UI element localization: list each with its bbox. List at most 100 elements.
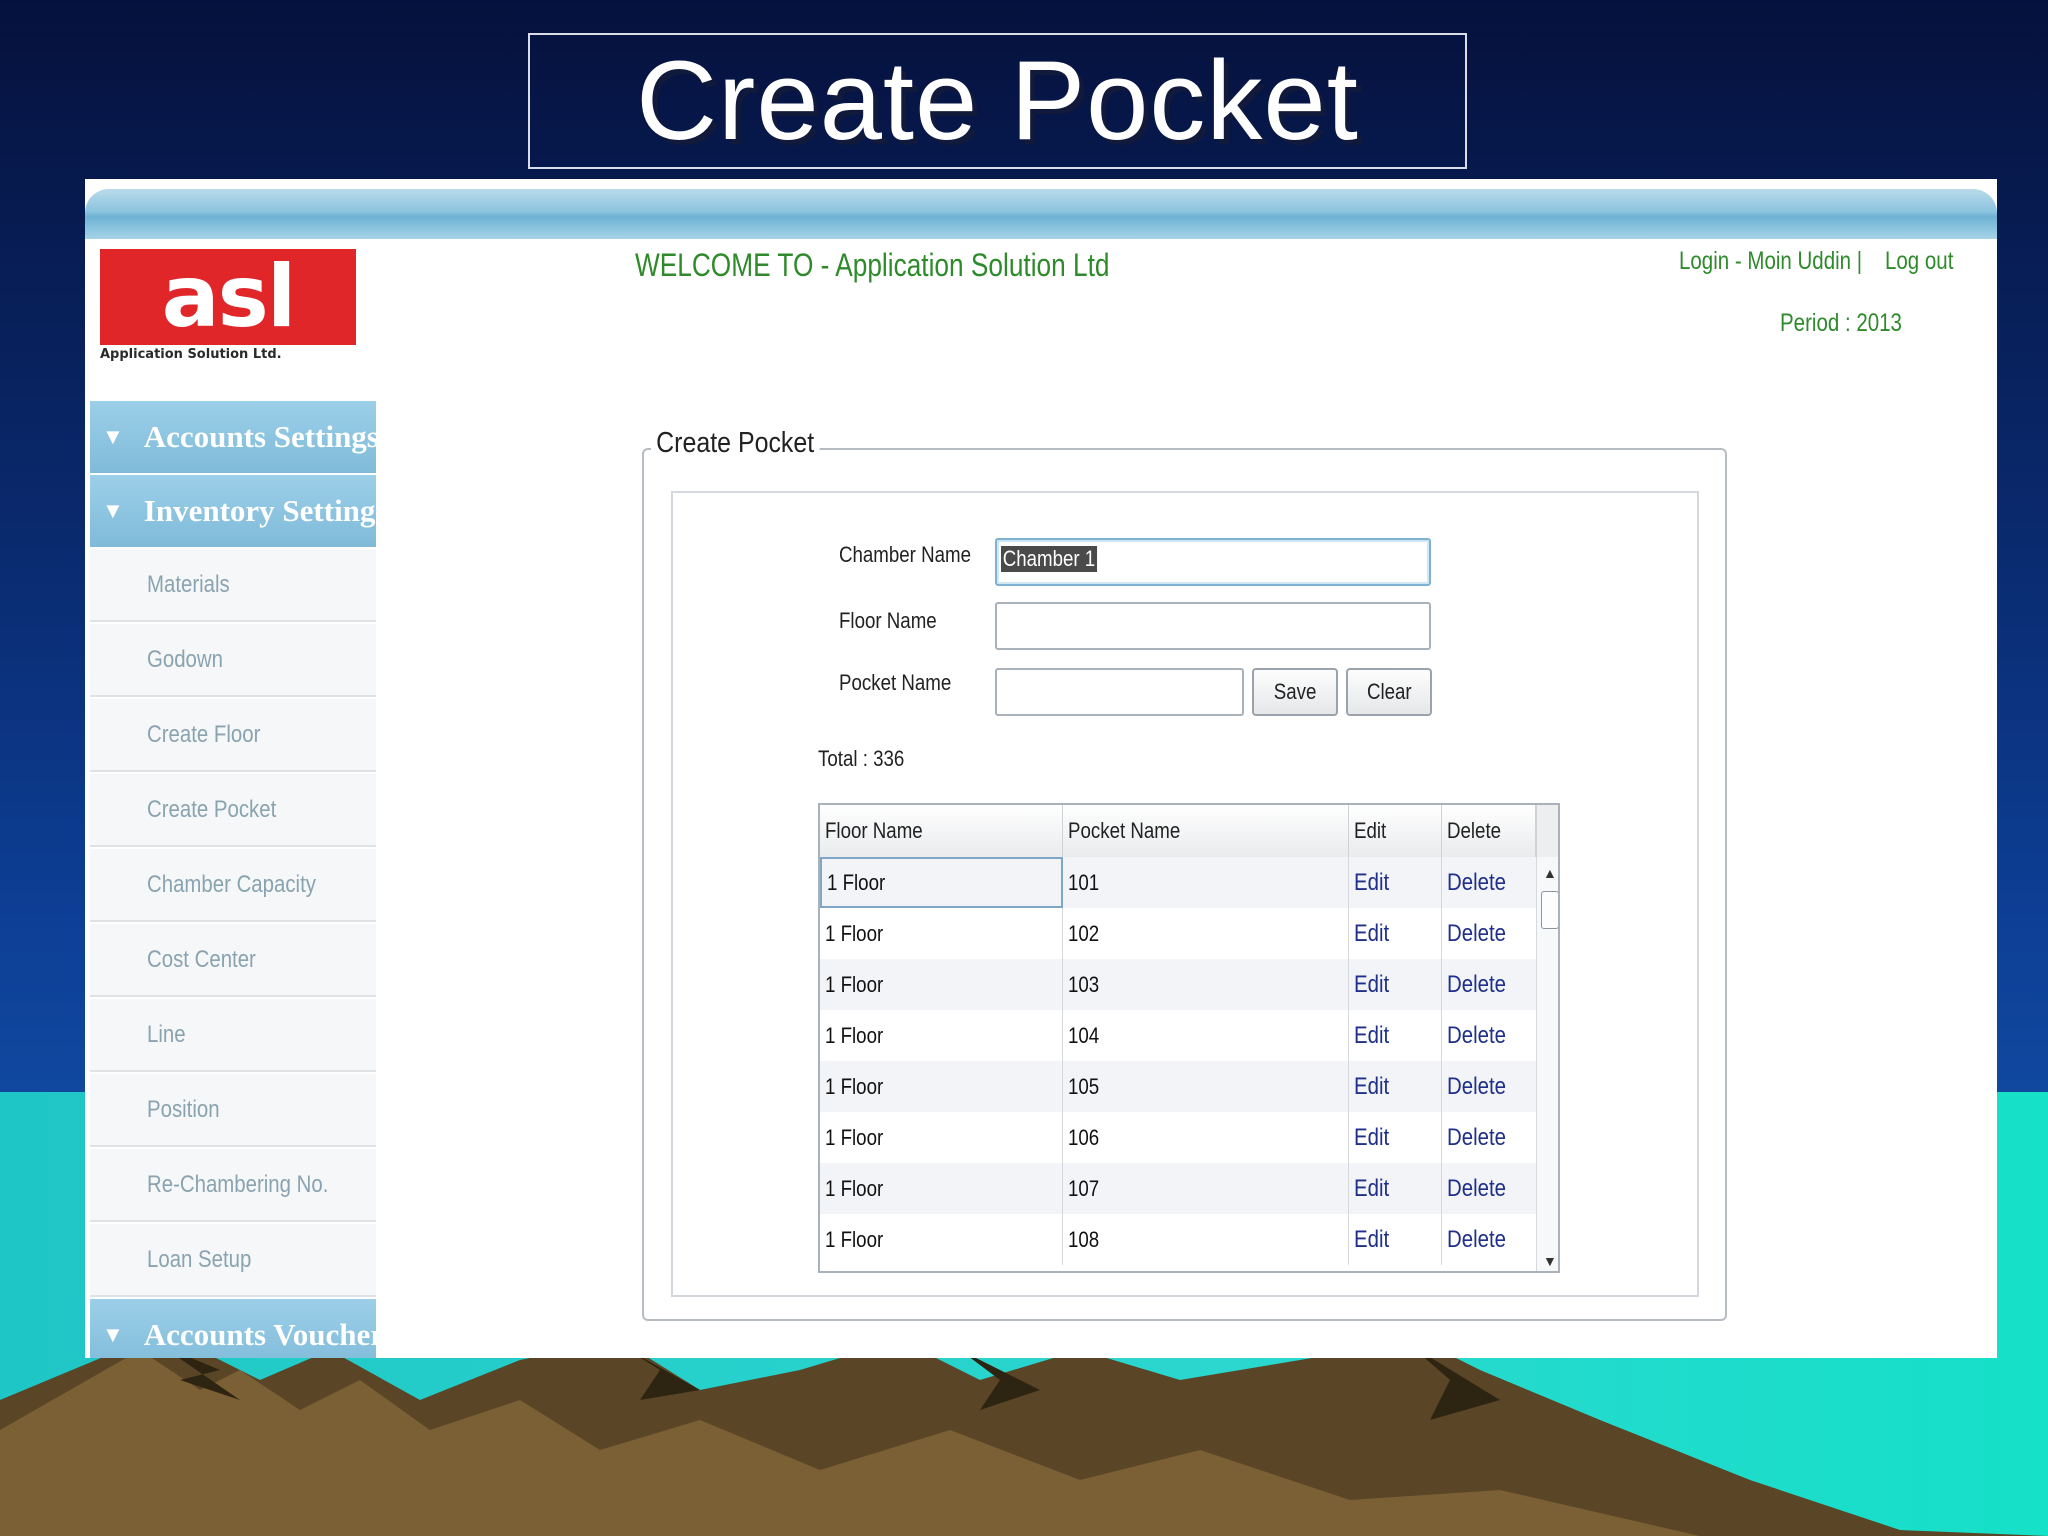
cell-text: Edit [1354, 1123, 1390, 1151]
slide-title-box: Create Pocket [528, 33, 1467, 169]
table-row[interactable]: 1 Floor 108 Edit Delete [820, 1214, 1536, 1265]
sidebar-item-label: Position [147, 1095, 220, 1123]
pocket-name-input[interactable] [995, 668, 1244, 716]
save-button[interactable]: Save [1252, 668, 1338, 716]
sidebar-item-loan-setup[interactable]: Loan Setup [90, 1224, 376, 1297]
sidebar-item-godown[interactable]: Godown [90, 624, 376, 697]
cell-text: Delete [1447, 1123, 1506, 1151]
cell-text: 1 Floor [825, 1124, 884, 1150]
cell-text: 104 [1068, 1022, 1100, 1048]
sidebar-item-label: Chamber Capacity [147, 870, 316, 898]
logout-link[interactable]: Log out [1885, 247, 1953, 276]
cell-floor-name: 1 Floor [820, 959, 1063, 1010]
table-row[interactable]: 1 Floor 104 Edit Delete [820, 1010, 1536, 1061]
cell-text: 103 [1068, 971, 1100, 997]
grid-header-row: Floor Name Pocket Name Edit Delete [820, 805, 1536, 859]
sidebar-section-label: Accounts Settings [143, 419, 379, 454]
table-row[interactable]: 1 Floor 105 Edit Delete [820, 1061, 1536, 1112]
scroll-down-arrow-icon[interactable]: ▼ [1543, 1253, 1557, 1269]
cell-pocket-name: 104 [1063, 1010, 1349, 1061]
sidebar-section-inventory-settings[interactable]: ▼ Inventory Settings [90, 475, 387, 547]
delete-link[interactable]: Delete [1442, 959, 1536, 1010]
sidebar-section-accounts-settings[interactable]: ▼ Accounts Settings [90, 401, 379, 473]
triangle-down-icon: ▼ [102, 424, 124, 449]
edit-link[interactable]: Edit [1349, 959, 1442, 1010]
delete-link[interactable]: Delete [1442, 1214, 1536, 1265]
cell-text: 1 Floor [825, 920, 884, 946]
table-row[interactable]: 1 Floor 103 Edit Delete [820, 959, 1536, 1010]
sidebar-item-create-pocket[interactable]: Create Pocket [90, 774, 376, 847]
cell-floor-name: 1 Floor [820, 1163, 1063, 1214]
edit-link[interactable]: Edit [1349, 908, 1442, 959]
sidebar-section-label: Inventory Settings [143, 493, 388, 528]
cell-text: 108 [1068, 1226, 1100, 1252]
column-header-floor-name[interactable]: Floor Name [820, 805, 1063, 857]
chamber-name-label: Chamber Name [839, 542, 971, 567]
cell-pocket-name: 103 [1063, 959, 1349, 1010]
app-window: asl Application Solution Ltd. WELCOME TO… [85, 179, 1997, 1358]
sidebar-item-line[interactable]: Line [90, 999, 376, 1072]
delete-link[interactable]: Delete [1442, 908, 1536, 959]
cell-text: Delete [1447, 1021, 1506, 1049]
table-row[interactable]: 1 Floor 101 Edit Delete [820, 857, 1536, 908]
cell-floor-name[interactable]: 1 Floor [820, 857, 1063, 908]
delete-link[interactable]: Delete [1442, 857, 1536, 908]
column-header-label: Delete [1447, 818, 1502, 843]
chamber-name-value: Chamber 1 [1001, 546, 1097, 572]
sidebar-item-create-floor[interactable]: Create Floor [90, 699, 376, 772]
column-header-label: Floor Name [825, 818, 923, 843]
logo-mark: asl [100, 247, 356, 347]
sidebar-item-re-chambering-no[interactable]: Re-Chambering No. [90, 1149, 376, 1222]
asl-logo: asl Application Solution Ltd. [100, 247, 360, 365]
cell-floor-name: 1 Floor [820, 1061, 1063, 1112]
cell-text: 1 Floor [825, 1022, 884, 1048]
sidebar-item-cost-center[interactable]: Cost Center [90, 924, 376, 997]
table-row[interactable]: 1 Floor 102 Edit Delete [820, 908, 1536, 959]
sidebar-item-label: Loan Setup [147, 1245, 252, 1273]
cell-text: 105 [1068, 1073, 1100, 1099]
grid-scrollbar[interactable]: ▲ ▼ [1536, 857, 1558, 1271]
edit-link[interactable]: Edit [1349, 1061, 1442, 1112]
cell-text: 106 [1068, 1124, 1100, 1150]
scroll-up-arrow-icon[interactable]: ▲ [1543, 865, 1557, 881]
sidebar-item-position[interactable]: Position [90, 1074, 376, 1147]
sidebar-item-label: Godown [147, 645, 223, 673]
floor-name-input[interactable] [995, 602, 1431, 650]
cell-pocket-name: 106 [1063, 1112, 1349, 1163]
table-row[interactable]: 1 Floor 107 Edit Delete [820, 1163, 1536, 1214]
cell-text: 1 Floor [825, 1073, 884, 1099]
sidebar-item-materials[interactable]: Materials [90, 549, 376, 622]
floor-name-label: Floor Name [839, 608, 937, 633]
clear-button[interactable]: Clear [1346, 668, 1432, 716]
top-bar [85, 189, 1997, 239]
cell-text: Edit [1354, 1021, 1390, 1049]
edit-link[interactable]: Edit [1349, 857, 1442, 908]
edit-link[interactable]: Edit [1349, 1214, 1442, 1265]
column-header-delete: Delete [1442, 805, 1536, 857]
cell-text: Edit [1354, 1225, 1390, 1253]
delete-link[interactable]: Delete [1442, 1061, 1536, 1112]
cell-pocket-name: 108 [1063, 1214, 1349, 1265]
cell-pocket-name: 101 [1063, 857, 1349, 908]
grid-header-filler [1536, 805, 1558, 859]
edit-link[interactable]: Edit [1349, 1163, 1442, 1214]
slide-title: Create Pocket [636, 38, 1359, 163]
scroll-thumb[interactable] [1541, 891, 1558, 929]
edit-link[interactable]: Edit [1349, 1112, 1442, 1163]
logo-subtext: Application Solution Ltd. [100, 347, 282, 362]
column-header-pocket-name[interactable]: Pocket Name [1063, 805, 1349, 857]
delete-link[interactable]: Delete [1442, 1010, 1536, 1061]
sidebar-section-accounts-voucher[interactable]: ▼ Accounts Voucher [90, 1299, 384, 1358]
edit-link[interactable]: Edit [1349, 1010, 1442, 1061]
cell-text: Edit [1354, 919, 1390, 947]
chamber-name-input[interactable]: Chamber 1 [995, 538, 1431, 586]
table-row[interactable]: 1 Floor 106 Edit Delete [820, 1112, 1536, 1163]
sidebar-item-label: Create Pocket [147, 795, 277, 823]
fieldset-legend: Create Pocket [651, 427, 820, 460]
delete-link[interactable]: Delete [1442, 1163, 1536, 1214]
triangle-down-icon: ▼ [102, 498, 124, 523]
sidebar-item-chamber-capacity[interactable]: Chamber Capacity [90, 849, 376, 922]
cell-floor-name: 1 Floor [820, 1112, 1063, 1163]
cell-text: Delete [1447, 1225, 1506, 1253]
delete-link[interactable]: Delete [1442, 1112, 1536, 1163]
